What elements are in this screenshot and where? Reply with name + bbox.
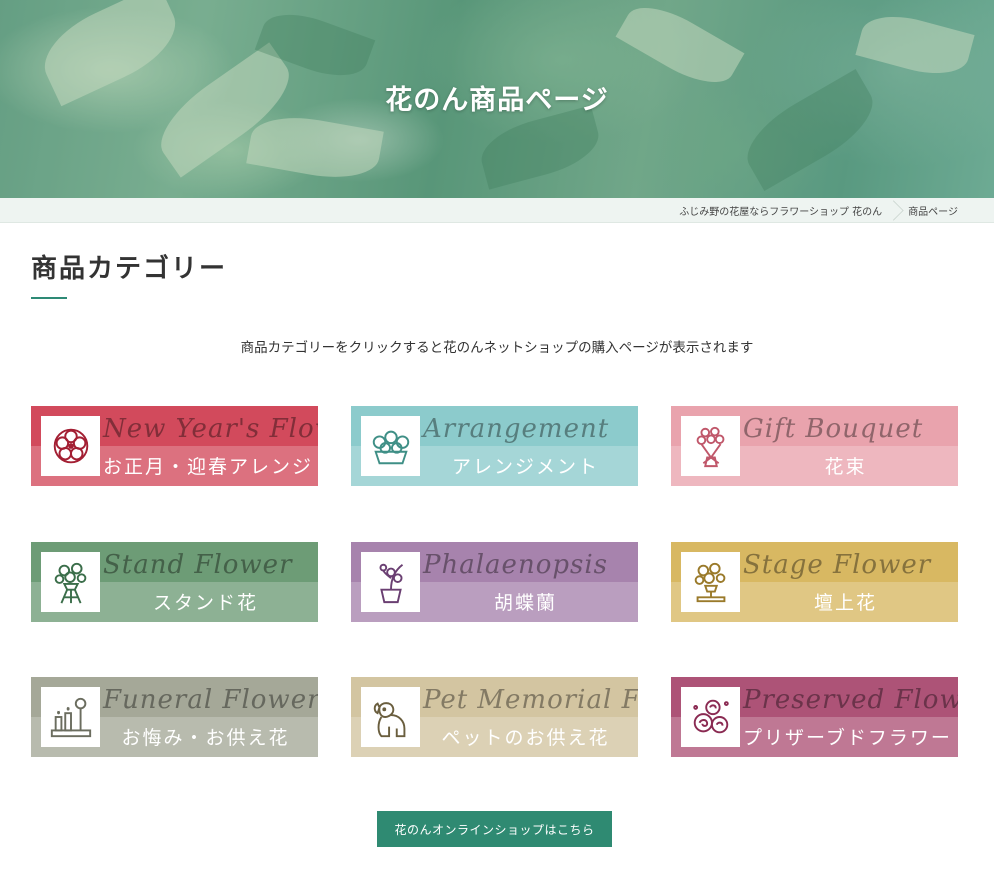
category-script-text: Stage Flower (743, 550, 932, 580)
category-preserved-flower[interactable]: Preserved Flower プリザーブドフラワー (671, 677, 958, 757)
stand-flower-icon (54, 562, 86, 604)
page-title: 花のん商品ページ (385, 85, 609, 116)
category-label: お悔み・お供え花 (121, 727, 290, 749)
pet-icon (373, 702, 405, 738)
category-script-text: Funeral Flower (103, 685, 318, 715)
breadcrumb-current: 商品ページ (908, 206, 958, 218)
category-pet-memorial[interactable]: Pet Memorial Flowers ペットのお供え花 (351, 677, 638, 757)
category-new-year[interactable]: New Year's Flower お正月・迎春アレンジ (31, 406, 318, 486)
hero-banner: 花のん商品ページ (0, 0, 994, 198)
category-label: 胡蝶蘭 (493, 592, 557, 614)
roses-icon (692, 699, 729, 734)
flower-arrangement-icon (372, 430, 409, 465)
category-bouquet[interactable]: Gift Bouquet 花束 (671, 406, 958, 486)
category-label: ペットのお供え花 (441, 727, 610, 749)
category-script-text: Gift Bouquet (743, 414, 924, 444)
breadcrumb-separator-icon (888, 198, 902, 223)
category-funeral-flower[interactable]: Funeral Flower お悔み・お供え花 (31, 677, 318, 757)
online-shop-button[interactable]: 花のんオンラインショップはこちら (377, 811, 612, 847)
category-script-text: Preserved Flower (743, 685, 958, 715)
category-phalaenopsis[interactable]: Phalaenopsis 胡蝶蘭 (351, 542, 638, 622)
category-label: アレンジメント (451, 456, 599, 478)
category-stage-flower[interactable]: Stage Flower 壇上花 (671, 542, 958, 622)
category-script-text: Arrangement (423, 414, 610, 444)
category-label: お正月・迎春アレンジ (103, 456, 314, 478)
plum-blossom-icon (53, 428, 88, 464)
stage-flower-icon (694, 562, 725, 603)
category-stand-flower[interactable]: Stand Flower スタンド花 (31, 542, 318, 622)
title-underline (31, 297, 67, 299)
category-label: 花束 (824, 456, 867, 478)
category-label: 壇上花 (813, 592, 877, 614)
section-title: 商品カテゴリー (31, 254, 228, 284)
breadcrumb: ふじみ野の花屋ならフラワーショップ 花のん 商品ページ (0, 198, 994, 223)
category-script-text: Stand Flower (103, 550, 293, 580)
category-arrangement[interactable]: Arrangement アレンジメント (351, 406, 638, 486)
candles-icon (50, 697, 91, 738)
category-label: プリザーブドフラワー (743, 727, 952, 749)
category-script-text: Phalaenopsis (423, 550, 608, 580)
bouquet-icon (696, 426, 724, 468)
category-script-text: Pet Memorial Flowers (423, 685, 638, 715)
breadcrumb-home-link[interactable]: ふじみ野の花屋ならフラワーショップ 花のん (679, 203, 882, 218)
orchid-icon (379, 563, 403, 604)
category-script-text: New Year's Flower (103, 414, 318, 444)
section-intro: 商品カテゴリーをクリックすると花のんネットショップの購入ページが表示されます (240, 340, 754, 356)
category-label: スタンド花 (152, 592, 258, 614)
